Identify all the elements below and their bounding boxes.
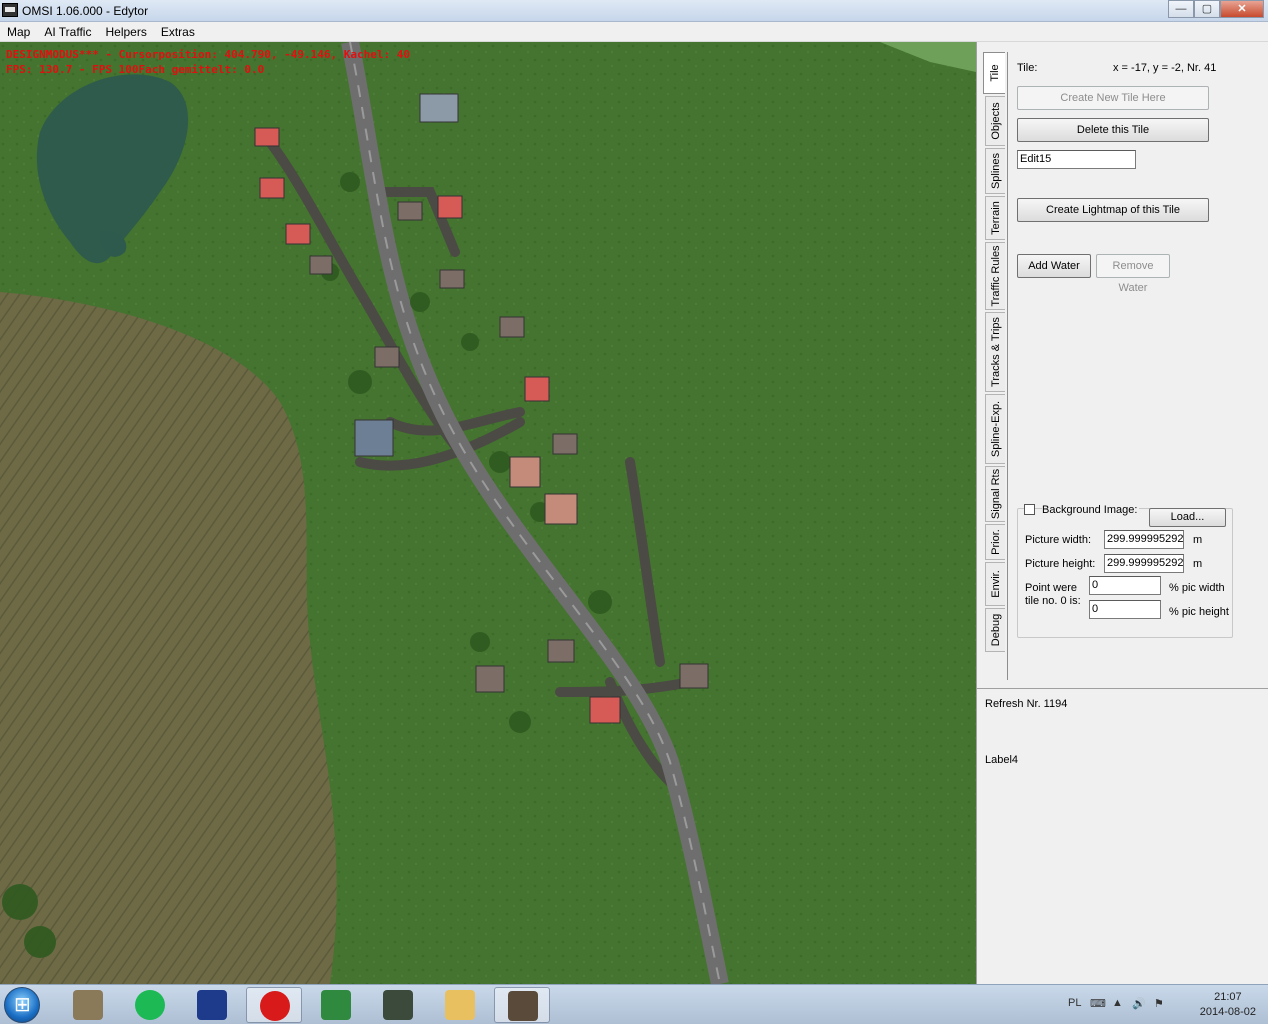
menu-map[interactable]: Map	[0, 22, 37, 42]
opera-icon	[260, 991, 290, 1021]
pct-width-label: % pic width	[1169, 582, 1225, 594]
volume-icon[interactable]: 🔊	[1132, 997, 1146, 1010]
taskbar-explorer[interactable]	[432, 987, 488, 1023]
background-image-label: Background Image:	[1042, 504, 1140, 516]
label4: Label4	[985, 754, 1019, 766]
tab-splines[interactable]: Splines	[985, 148, 1005, 194]
show-hidden-icons-icon[interactable]: ▲	[1112, 997, 1123, 1009]
map-viewport[interactable]: DESIGNMODUS*** - Cursorposition: 404.790…	[0, 42, 976, 984]
taskbar-devcpp[interactable]	[184, 987, 240, 1023]
create-tile-button[interactable]: Create New Tile Here	[1017, 86, 1209, 110]
omsi-app-icon	[2, 3, 18, 17]
picture-width-unit: m	[1193, 534, 1203, 546]
devcpp-icon	[197, 990, 227, 1020]
excel-icon	[321, 990, 351, 1020]
tab-envir[interactable]: Envir.	[985, 562, 1005, 606]
language-indicator[interactable]: PL	[1068, 997, 1081, 1009]
title-bar: OMSI 1.06.000 - Edytor — ▢ ✕	[0, 0, 1268, 22]
overlay-fps: FPS: 130.7 - FPS 100Fach gemittelt: 0.0	[6, 63, 265, 76]
tab-prior[interactable]: Prior.	[985, 524, 1005, 560]
tab-debug[interactable]: Debug	[985, 608, 1005, 652]
tab-tile[interactable]: Tile	[983, 52, 1005, 94]
pct-height-label: % pic height	[1169, 606, 1229, 618]
omsi-icon	[508, 991, 538, 1021]
start-button[interactable]	[4, 987, 40, 1023]
menu-bar: Map AI Traffic Helpers Extras	[0, 22, 1268, 42]
action-center-flag-icon[interactable]: ⚑	[1154, 997, 1164, 1010]
taskbar-terminal[interactable]	[370, 987, 426, 1023]
clock-time: 21:07	[1214, 991, 1242, 1003]
keyboard-icon[interactable]: ⌨	[1090, 997, 1106, 1010]
tab-objects[interactable]: Objects	[985, 96, 1005, 146]
add-water-button[interactable]: Add Water	[1017, 254, 1091, 278]
menu-ai-traffic[interactable]: AI Traffic	[37, 22, 98, 42]
tab-signal-rts[interactable]: Signal Rts	[985, 466, 1005, 522]
menu-extras[interactable]: Extras	[154, 22, 202, 42]
point-label-line2: tile no. 0 is:	[1025, 595, 1081, 607]
point-y-field[interactable]: 0	[1089, 600, 1161, 619]
tile-info: x = -17, y = -2, Nr. 41	[1113, 62, 1217, 74]
explorer-icon	[445, 990, 475, 1020]
picture-width-label: Picture width:	[1025, 534, 1092, 546]
background-image-checkbox[interactable]	[1024, 504, 1035, 515]
picture-height-field[interactable]: 299.999995292	[1104, 554, 1184, 573]
point-label-line1: Point were	[1025, 582, 1077, 594]
remove-water-button[interactable]: Remove Water	[1096, 254, 1170, 294]
clock[interactable]: 21:07 2014-08-02	[1200, 990, 1256, 1020]
editor-panel: Tile Objects Splines Terrain Traffic Rul…	[976, 42, 1268, 984]
load-background-button[interactable]: Load...	[1149, 508, 1226, 527]
gimp-icon	[73, 990, 103, 1020]
tab-terrain[interactable]: Terrain	[985, 196, 1005, 240]
window-title: OMSI 1.06.000 - Edytor	[22, 4, 149, 18]
delete-tile-button[interactable]: Delete this Tile	[1017, 118, 1209, 142]
terminal-icon	[383, 990, 413, 1020]
menu-helpers[interactable]: Helpers	[98, 22, 153, 42]
tab-traffic-rules[interactable]: Traffic Rules	[985, 242, 1005, 310]
taskbar-gimp[interactable]	[60, 987, 116, 1023]
panel-divider	[977, 688, 1268, 689]
terrain-render	[0, 42, 976, 984]
tab-spline-exp[interactable]: Spline-Exp.	[985, 394, 1005, 464]
overlay-cursor-position: DESIGNMODUS*** - Cursorposition: 404.790…	[6, 48, 410, 61]
picture-height-label: Picture height:	[1025, 558, 1096, 570]
tab-tracks-trips[interactable]: Tracks & Trips	[985, 312, 1005, 392]
taskbar-excel[interactable]	[308, 987, 364, 1023]
taskbar: PL ⌨ ▲ 🔊 ⚑ 21:07 2014-08-02	[0, 984, 1268, 1024]
picture-height-unit: m	[1193, 558, 1203, 570]
refresh-label: Refresh Nr. 1194	[985, 698, 1068, 710]
tile-label: Tile:	[1017, 62, 1038, 74]
tile-name-field[interactable]: Edit15	[1017, 150, 1136, 169]
create-lightmap-button[interactable]: Create Lightmap of this Tile	[1017, 198, 1209, 222]
minimize-button[interactable]: —	[1168, 0, 1194, 18]
close-button[interactable]: ✕	[1220, 0, 1264, 18]
system-tray: PL ⌨ ▲ 🔊 ⚑ 21:07 2014-08-02	[1058, 985, 1268, 1025]
taskbar-omsi[interactable]	[494, 987, 550, 1023]
taskbar-spotify[interactable]	[122, 987, 178, 1023]
maximize-button[interactable]: ▢	[1194, 0, 1220, 18]
point-x-field[interactable]: 0	[1089, 576, 1161, 595]
tile-tab-page: Tile: x = -17, y = -2, Nr. 41 Create New…	[1007, 52, 1263, 680]
clock-date: 2014-08-02	[1199, 1006, 1256, 1018]
picture-width-field[interactable]: 299.999995292	[1104, 530, 1184, 549]
taskbar-opera[interactable]	[246, 987, 302, 1023]
spotify-icon	[135, 990, 165, 1020]
